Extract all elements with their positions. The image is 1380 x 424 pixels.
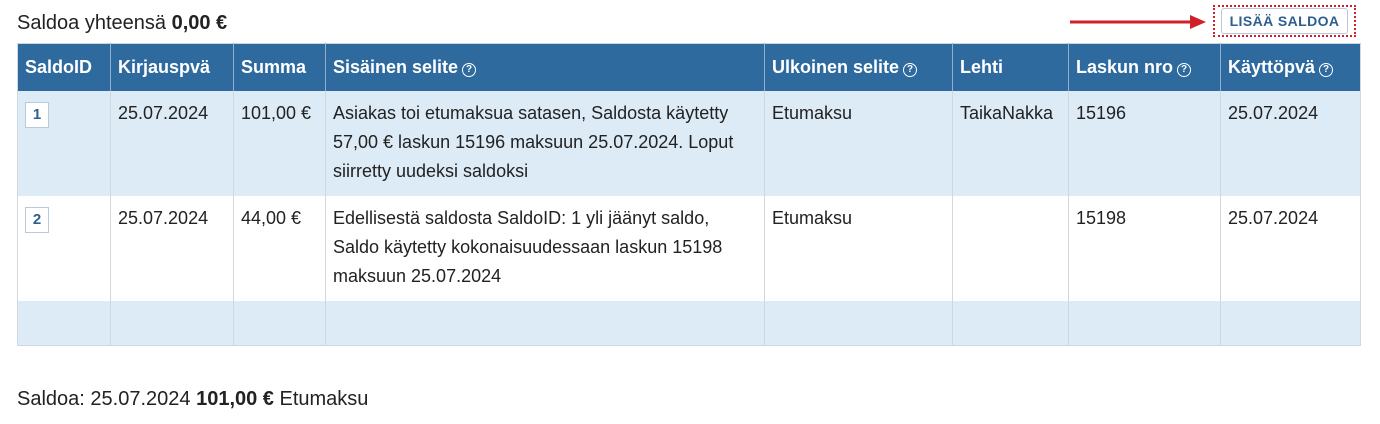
red-arrow-annotation [1070, 15, 1206, 29]
cell-kirjauspva: 25.07.2024 [110, 196, 234, 301]
cell-lehti [952, 196, 1069, 301]
empty-cell [1068, 301, 1221, 346]
cell-ulkoinen-selite: Etumaksu [764, 91, 953, 196]
col-lehti[interactable]: Lehti [952, 43, 1069, 91]
help-icon[interactable]: ? [1319, 63, 1334, 77]
help-icon[interactable]: ? [1177, 63, 1192, 77]
table-header-row: SaldoID Kirjauspvä Summa Sisäinen selite… [17, 43, 1361, 91]
cell-sisainen-selite: Asiakas toi etumaksua satasen, Saldosta … [325, 91, 765, 196]
cell-sisainen-selite: Edellisestä saldosta SaldoID: 1 yli jään… [325, 196, 765, 301]
empty-table-row [17, 301, 1361, 346]
saldoid-link[interactable]: 1 [25, 102, 49, 128]
add-balance-button[interactable]: LISÄÄ SALDOA [1220, 8, 1349, 34]
summary-label: Etumaksu [279, 388, 369, 410]
cell-kayttopva: 25.07.2024 [1220, 91, 1361, 196]
cell-ulkoinen-selite: Etumaksu [764, 196, 953, 301]
table-row: 2 25.07.2024 44,00 € Edellisestä saldost… [17, 196, 1361, 301]
total-balance: 0,00 € [171, 12, 228, 34]
cell-saldoid: 1 [17, 91, 111, 196]
cell-laskun-nro: 15198 [1068, 196, 1221, 301]
cell-kirjauspva: 25.07.2024 [110, 91, 234, 196]
col-kirjauspva[interactable]: Kirjauspvä [110, 43, 234, 91]
add-balance-button-highlight: LISÄÄ SALDOA [1213, 5, 1356, 37]
title-text: Saldoa yhteensä [17, 12, 167, 34]
cell-laskun-nro: 15196 [1068, 91, 1221, 196]
col-saldoid[interactable]: SaldoID [17, 43, 111, 91]
col-laskun-nro[interactable]: Laskun nro? [1068, 43, 1221, 91]
cell-lehti: TaikaNakka [952, 91, 1069, 196]
saldoid-link[interactable]: 2 [25, 207, 49, 233]
balance-summary: Saldoa: 25.07.2024 101,00 € Etumaksu [17, 386, 368, 412]
col-ulkoinen-selite[interactable]: Ulkoinen selite? [764, 43, 953, 91]
empty-cell [110, 301, 234, 346]
col-kayttopva[interactable]: Käyttöpvä? [1220, 43, 1361, 91]
empty-cell [1220, 301, 1361, 346]
help-icon[interactable]: ? [903, 63, 918, 77]
empty-cell [325, 301, 765, 346]
summary-prefix: Saldoa: [17, 388, 85, 410]
cell-summa: 44,00 € [233, 196, 326, 301]
empty-cell [17, 301, 111, 346]
balance-table: SaldoID Kirjauspvä Summa Sisäinen selite… [17, 43, 1361, 346]
page-title: Saldoa yhteensä 0,00 € [17, 10, 227, 36]
empty-cell [764, 301, 953, 346]
col-sisainen-selite[interactable]: Sisäinen selite? [325, 43, 765, 91]
help-icon[interactable]: ? [462, 63, 477, 77]
cell-saldoid: 2 [17, 196, 111, 301]
table-row: 1 25.07.2024 101,00 € Asiakas toi etumak… [17, 91, 1361, 196]
cell-kayttopva: 25.07.2024 [1220, 196, 1361, 301]
col-summa[interactable]: Summa [233, 43, 326, 91]
summary-amount: 101,00 € [196, 388, 274, 410]
empty-cell [233, 301, 326, 346]
summary-date: 25.07.2024 [90, 388, 191, 410]
empty-cell [952, 301, 1069, 346]
cell-summa: 101,00 € [233, 91, 326, 196]
